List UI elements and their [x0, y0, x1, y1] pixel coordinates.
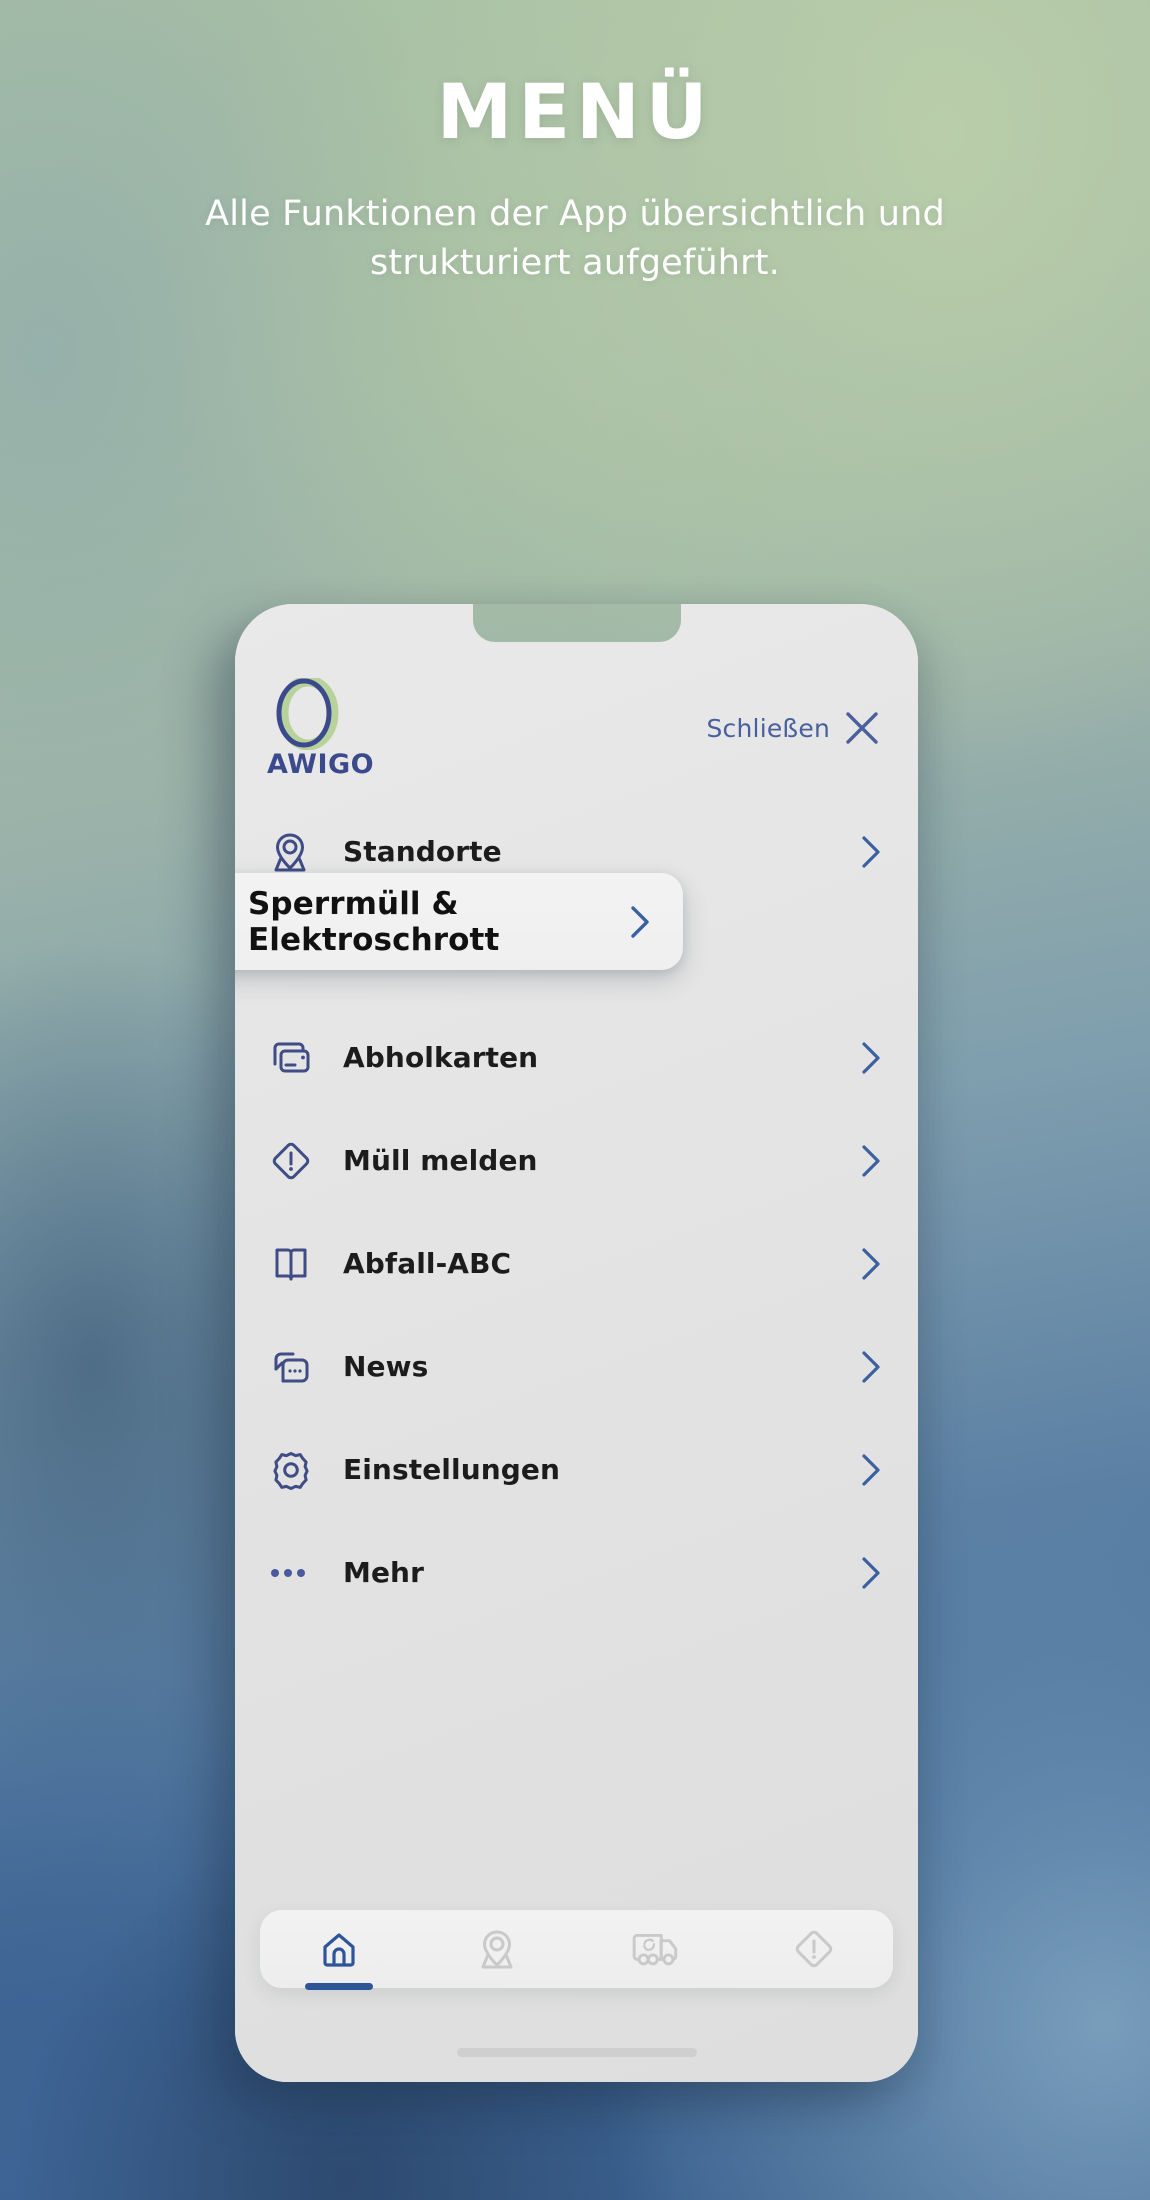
alert-diamond-icon [792, 1927, 836, 1971]
tab-home[interactable] [260, 1910, 418, 1990]
menu-item-einstellungen[interactable]: Einstellungen [235, 1418, 918, 1521]
awigo-ring-logo-icon [269, 678, 343, 750]
close-x-icon[interactable] [842, 708, 882, 748]
phone-notch [472, 604, 681, 642]
chat-bubble-icon [269, 1341, 325, 1393]
tab-sperrmuell[interactable] [577, 1910, 735, 1988]
cards-icon [269, 1032, 325, 1084]
chevron-right-icon [850, 1038, 884, 1078]
menu-item-label: Einstellungen [343, 1453, 561, 1486]
open-book-icon [269, 1238, 325, 1290]
chevron-right-icon [626, 900, 654, 944]
page-subtitle: Alle Funktionen der App übersichtlich un… [205, 193, 945, 284]
menu-item-label: Abfall-ABC [343, 1247, 512, 1280]
menu-item-abholkarten[interactable]: Abholkarten [235, 1006, 918, 1109]
gear-icon [269, 1444, 325, 1496]
close-menu-button[interactable]: Schließen [706, 708, 882, 748]
menu-item-mehr[interactable]: Mehr [235, 1521, 918, 1624]
home-indicator [456, 2048, 697, 2057]
location-pin-icon [476, 1927, 518, 1971]
alert-diamond-icon [269, 1135, 325, 1187]
tab-melden[interactable] [735, 1910, 893, 1988]
notch-background-fill [472, 604, 681, 642]
menu-item-label: News [343, 1350, 429, 1383]
awigo-logo: AWIGO [267, 678, 374, 780]
close-menu-label: Schließen [706, 713, 830, 743]
menu-item-label: Mehr [343, 1556, 424, 1589]
chevron-right-icon [850, 1141, 884, 1181]
menu-item-abfall-abc[interactable]: Abfall-ABC [235, 1212, 918, 1315]
awigo-logo-text: AWIGO [267, 749, 375, 780]
location-pin-icon [269, 826, 325, 878]
tab-standorte[interactable] [418, 1910, 576, 1988]
tab-active-indicator [305, 1983, 374, 1990]
menu-item-sperrmuell-highlight[interactable]: Sperrmüll & Elektroschrott [235, 873, 683, 970]
menu-item-label: Sperrmüll & Elektroschrott [248, 885, 500, 958]
menu-item-label: Standorte [343, 835, 502, 868]
chevron-right-icon [850, 1244, 884, 1284]
recycling-truck-icon [630, 1928, 682, 1970]
chevron-right-icon [850, 832, 884, 872]
bottom-tab-bar [260, 1910, 893, 1990]
page-title: MENÜ [436, 67, 714, 156]
menu-item-label: Müll melden [343, 1144, 538, 1177]
chevron-right-icon [850, 1347, 884, 1387]
app-header: AWIGO Schließen [235, 672, 918, 784]
ellipsis-icon [269, 1547, 325, 1599]
chevron-right-icon [850, 1450, 884, 1490]
chevron-right-icon [850, 1553, 884, 1593]
home-icon [317, 1927, 361, 1971]
phone-mockup: AWIGO Schließen Standorte Abholkarten Mü… [235, 604, 918, 2082]
menu-item-muell-melden[interactable]: Müll melden [235, 1109, 918, 1212]
hero-section: MENÜ Alle Funktionen der App übersichtli… [0, 0, 1150, 289]
menu-item-label: Abholkarten [343, 1041, 539, 1074]
menu-item-news[interactable]: News [235, 1315, 918, 1418]
